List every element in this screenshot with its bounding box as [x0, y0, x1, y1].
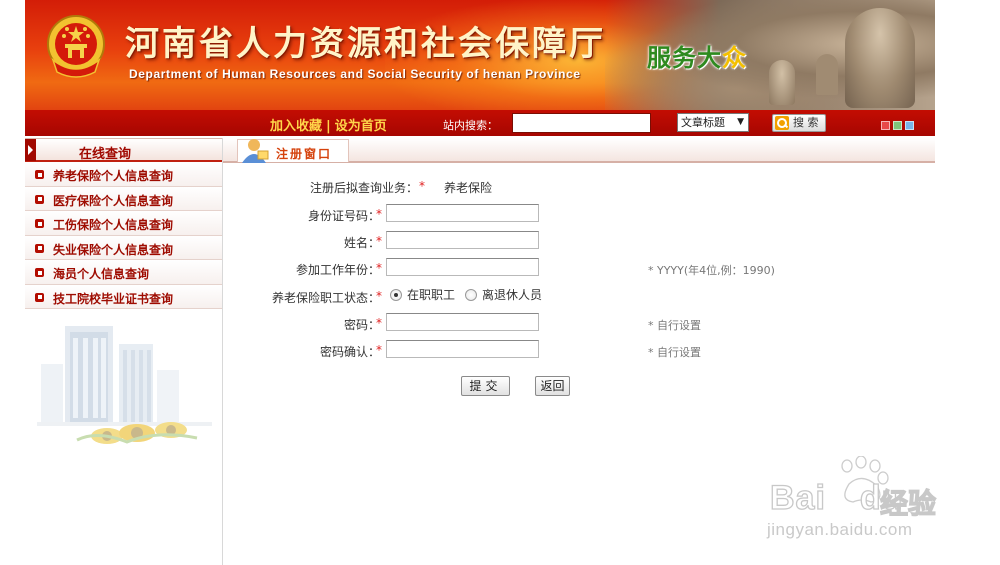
search-type-select[interactable]: 文章标题 ▼ [677, 113, 749, 132]
sidebar-item-label: 失业保险个人信息查询 [53, 242, 174, 257]
sidebar-item-label: 医疗保险个人信息查询 [53, 193, 174, 208]
sidebar-item-pension-query[interactable]: 养老保险个人信息查询 [25, 162, 222, 187]
sidebar-title: 在线查询 [79, 147, 132, 162]
sidebar-item-label: 工伤保险个人信息查询 [53, 218, 174, 232]
nav-bar: 加入收藏 | 设为首页 站内搜索： 文章标题 ▼ 搜 索 [25, 110, 935, 136]
panel-title: 注册窗口 [276, 147, 333, 161]
sidebar-item-label: 技工院校毕业证书查询 [53, 291, 174, 306]
required-mark: * [376, 261, 382, 275]
password-confirm-hint: * 自行设置 [648, 346, 701, 359]
id-number-input[interactable] [386, 204, 539, 222]
add-bookmark-link[interactable]: 加入收藏 [270, 119, 322, 134]
site-search-label: 站内搜索： [443, 119, 498, 132]
required-mark: * [419, 179, 425, 193]
nav-links: 加入收藏 | 设为首页 [270, 115, 387, 134]
bullet-icon [35, 219, 44, 228]
bullet-icon [35, 243, 44, 253]
search-button[interactable]: 搜 索 [772, 114, 826, 132]
bullet-icon [35, 292, 44, 302]
theme-color-swatches [881, 119, 917, 133]
required-mark: * [376, 234, 382, 248]
theme-blue-swatch[interactable] [905, 121, 914, 130]
watermark-cn: 经验 [879, 486, 937, 520]
slogan-last: 众 [722, 44, 747, 72]
sidebar-item-seafarer-query[interactable]: 海员个人信息查询 [25, 260, 222, 285]
watermark-url: jingyan.baidu.com [767, 520, 913, 539]
watermark-logo-part1: Bai [769, 478, 826, 517]
bullet-icon [35, 268, 44, 277]
building-illustration [37, 326, 212, 444]
radio-in-service[interactable] [390, 288, 402, 301]
name-input[interactable] [386, 231, 539, 249]
password-confirm-row: 密码确认： * * 自行设置 [223, 340, 935, 360]
business-label: 注册后拟查询业务： [309, 181, 418, 195]
site-subtitle: Department of Human Resources and Social… [129, 67, 581, 81]
required-mark: * [376, 289, 382, 303]
radio-retired-label: 离退休人员 [482, 288, 543, 302]
bullet-icon [35, 194, 44, 204]
work-year-row: 参加工作年份： * * YYYY(年4位,例：1990) [223, 258, 935, 278]
form-actions: 提交 返回 [223, 376, 935, 396]
theme-green-swatch[interactable] [893, 121, 902, 130]
panel-tab: 注册窗口 [237, 139, 349, 163]
site-search-input[interactable] [512, 113, 651, 133]
work-year-input[interactable] [386, 258, 539, 276]
required-mark: * [376, 343, 382, 357]
work-year-hint: * YYYY(年4位,例：1990) [648, 264, 775, 277]
nav-separator: | [326, 119, 331, 134]
bullet-icon [35, 170, 44, 179]
business-value: 养老保险 [444, 181, 493, 195]
name-label: 姓名： [343, 236, 380, 250]
id-number-label: 身份证号码： [307, 209, 380, 223]
sidebar-item-medical-query[interactable]: 医疗保险个人信息查询 [25, 186, 222, 211]
password-hint: * 自行设置 [648, 319, 701, 332]
theme-red-swatch[interactable] [881, 121, 890, 130]
sidebar-item-label: 海员个人信息查询 [53, 267, 150, 281]
sidebar-header: 在线查询 [25, 138, 222, 162]
slogan-main: 服务大 [647, 44, 722, 72]
password-confirm-input[interactable] [386, 340, 539, 358]
status-radio-group: 在职职工 离退休人员 [390, 286, 552, 303]
dropdown-arrow-icon: ▼ [737, 117, 744, 127]
required-mark: * [376, 207, 382, 221]
search-type-value: 文章标题 [681, 116, 725, 129]
site-banner: 河南省人力资源和社会保障厅 Department of Human Resour… [25, 0, 935, 110]
work-year-label: 参加工作年份： [295, 263, 380, 277]
password-row: 密码： * * 自行设置 [223, 313, 935, 333]
national-emblem-icon [47, 15, 105, 78]
sidebar-item-label: 养老保险个人信息查询 [53, 169, 174, 183]
submit-button[interactable]: 提交 [461, 376, 510, 396]
sidebar-item-certificate-query[interactable]: 技工院校毕业证书查询 [25, 284, 222, 309]
site-title: 河南省人力资源和社会保障厅 [125, 24, 606, 64]
user-icon [242, 139, 269, 163]
status-row: 养老保险职工状态： * 在职职工 离退休人员 [223, 286, 935, 306]
panel-header: 注册窗口 [223, 138, 935, 163]
id-number-row: 身份证号码： * [223, 204, 935, 224]
status-label: 养老保险职工状态： [271, 291, 380, 305]
password-input[interactable] [386, 313, 539, 331]
magnifier-icon [775, 116, 789, 130]
required-mark: * [376, 316, 382, 330]
back-button[interactable]: 返回 [535, 376, 570, 396]
sidebar: 在线查询 养老保险个人信息查询 医疗保险个人信息查询 工伤保险个人信息查询 失业… [25, 138, 222, 444]
password-confirm-label: 密码确认： [319, 345, 380, 359]
name-row: 姓名： * [223, 231, 935, 251]
set-homepage-link[interactable]: 设为首页 [335, 119, 387, 134]
password-label: 密码： [343, 318, 380, 332]
slogan: 服务大众 [647, 38, 747, 73]
business-row: 注册后拟查询业务： * 养老保险 [223, 176, 935, 196]
radio-retired[interactable] [465, 288, 478, 301]
sidebar-arrow-icon [25, 139, 36, 161]
sidebar-item-unemployment-query[interactable]: 失业保险个人信息查询 [25, 235, 222, 260]
search-button-label: 搜 索 [793, 116, 819, 129]
sidebar-item-injury-query[interactable]: 工伤保险个人信息查询 [25, 211, 222, 236]
radio-in-service-label: 在职职工 [407, 288, 456, 302]
